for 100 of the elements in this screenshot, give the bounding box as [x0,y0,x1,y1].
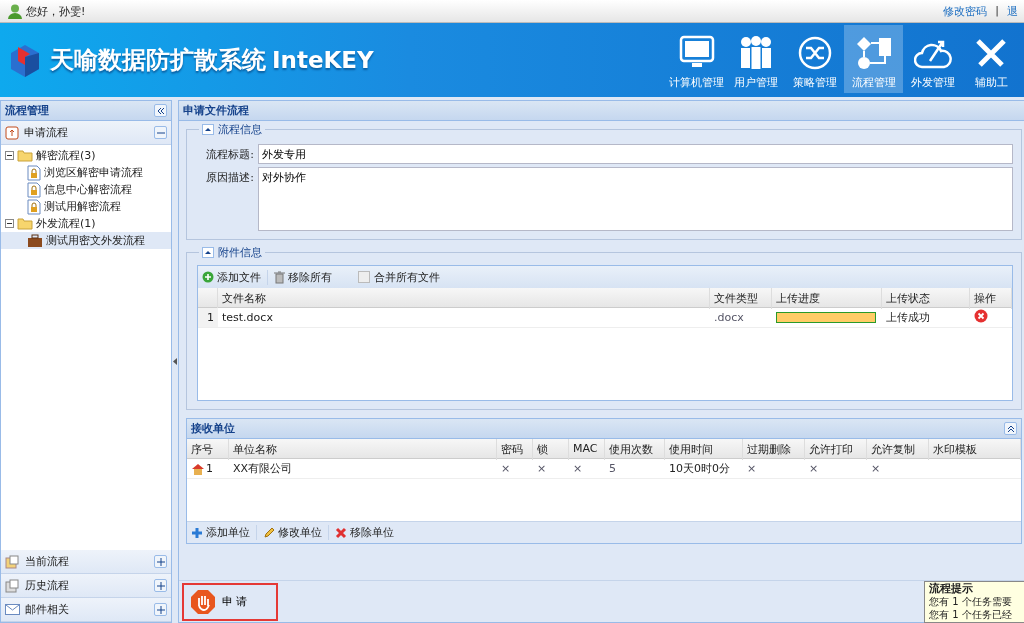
add-file-button[interactable]: 添加文件 [202,269,268,285]
table-cell-text: × [572,462,584,475]
document-icon [5,554,20,569]
top-link[interactable]: 退 [1007,3,1018,19]
submit-button[interactable]: 申 请 [182,582,278,621]
table-cell-text: XX有限公司 [232,461,294,476]
sidebar-title: 流程管理 [5,103,49,118]
table-cell-text: × [870,462,882,475]
document-icon [5,578,20,593]
plus-icon [191,526,203,539]
collapse-icon[interactable] [5,219,14,228]
remove-unit-button[interactable]: 移除单位 [335,525,400,540]
accordion-header[interactable]: 当前流程 [1,550,171,574]
legend-text: 附件信息 [218,245,262,260]
double-chevron-icon [156,106,165,115]
briefcase-icon [27,233,43,248]
user-icon [8,3,22,19]
column-header: 文件名称 [218,288,710,309]
expand-icon [156,557,165,566]
pencil-icon [263,526,275,539]
tree-item[interactable]: 解密流程(3) [1,147,171,164]
add-unit-button[interactable]: 添加单位 [191,525,257,540]
column-header: 文件类型 [710,288,772,309]
logo-icon [8,43,42,77]
mail-icon [5,604,20,615]
column-header: 操作 [970,288,1012,309]
merge-checkbox[interactable]: 合并所有文件 [358,269,440,285]
table-cell-text: × [536,462,548,475]
locked-file-icon [27,198,41,215]
trash-icon [274,270,285,284]
field-label: 原因描述: [205,170,254,186]
reason-input[interactable]: 对外协作 [258,167,1013,231]
column-header: MAC [569,439,605,460]
expand-icon [156,581,165,590]
toggle-button[interactable] [154,555,167,568]
separator-text: | [995,3,999,19]
popup-title: 流程提示 [929,582,974,595]
toggle-button[interactable] [154,126,167,139]
clipboard-icon [5,125,19,140]
toggle-button[interactable] [154,603,167,616]
column-header: 锁 [533,439,569,460]
popup-text: 您有 1 个任务已经 [929,608,1013,621]
collapse-icon[interactable] [5,151,14,160]
tree-item[interactable]: 信息中心解密流程 [1,181,171,198]
collapse-icon[interactable] [202,124,214,135]
toggle-button[interactable] [154,579,167,592]
greeting-text: 您好，孙雯! [26,3,86,19]
folder-icon [17,217,33,230]
title-input[interactable]: 外发专用 [258,144,1013,164]
panel-title: 接收单位 [191,421,235,436]
house-icon [191,462,205,475]
nav-tab[interactable]: 辅助工 [962,25,1021,93]
collapse-button[interactable] [1004,422,1017,435]
nav-tab[interactable]: 用户管理 [726,25,785,93]
table-cell: 1 [187,462,229,475]
double-chevron-icon [1006,424,1015,433]
column-header: 序号 [187,439,229,460]
app-title-suffix: InteKEY [272,47,374,73]
tree-item[interactable]: 浏览区解密申请流程 [1,164,171,181]
table-cell-text: 上传成功 [885,310,931,325]
field-label: 流程标题: [205,147,254,163]
splitter-arrow-icon[interactable] [173,358,177,365]
column-header: 密码 [497,439,533,460]
content-title: 申请文件流程 [183,103,249,118]
remove-all-button[interactable]: 移除所有 [274,269,338,285]
column-header: 单位名称 [229,439,497,460]
expand-icon [156,605,165,614]
hand-icon [190,588,216,615]
column-header: 允许打印 [805,439,867,460]
nav-tab[interactable]: 计算机管理 [667,25,726,93]
folder-icon [17,149,33,162]
table-cell-text: test.docx [221,311,274,324]
nav-tab[interactable]: 策略管理 [785,25,844,93]
edit-unit-button[interactable]: 修改单位 [263,525,329,540]
accordion-header[interactable]: 邮件相关 [1,598,171,622]
column-header: 上传进度 [772,288,882,309]
accordion-header[interactable]: 申请流程 [1,121,171,145]
collapse-icon[interactable] [202,247,214,258]
accordion-header[interactable]: 历史流程 [1,574,171,598]
delete-icon[interactable] [974,309,988,323]
table-cell-text: 5 [608,462,617,475]
column-header: 允许复制 [867,439,929,460]
popup-text: 您有 1 个任务需要 [929,595,1013,608]
legend-text: 流程信息 [218,122,262,137]
column-header: 使用时间 [665,439,743,460]
table-cell-text: × [500,462,512,475]
cross-icon [335,526,347,539]
collapse-button[interactable] [154,104,167,117]
tree-item[interactable]: 测试用密文外发流程 [1,232,171,249]
plus-icon [202,271,214,283]
column-header: 上传状态 [882,288,970,309]
tree-item[interactable]: 外发流程(1) [1,215,171,232]
nav-tab[interactable]: 外发管理 [903,25,962,93]
top-link[interactable]: 修改密码 [943,3,988,19]
app-title: 天喻数据防扩散系统 [50,45,266,76]
column-header: 过期删除 [743,439,805,460]
table-cell-text: 10天0时0分 [668,461,731,476]
column-header: 使用次数 [605,439,665,460]
column-header: 水印模板 [929,439,1021,460]
tree-item[interactable]: 测试用解密流程 [1,198,171,215]
